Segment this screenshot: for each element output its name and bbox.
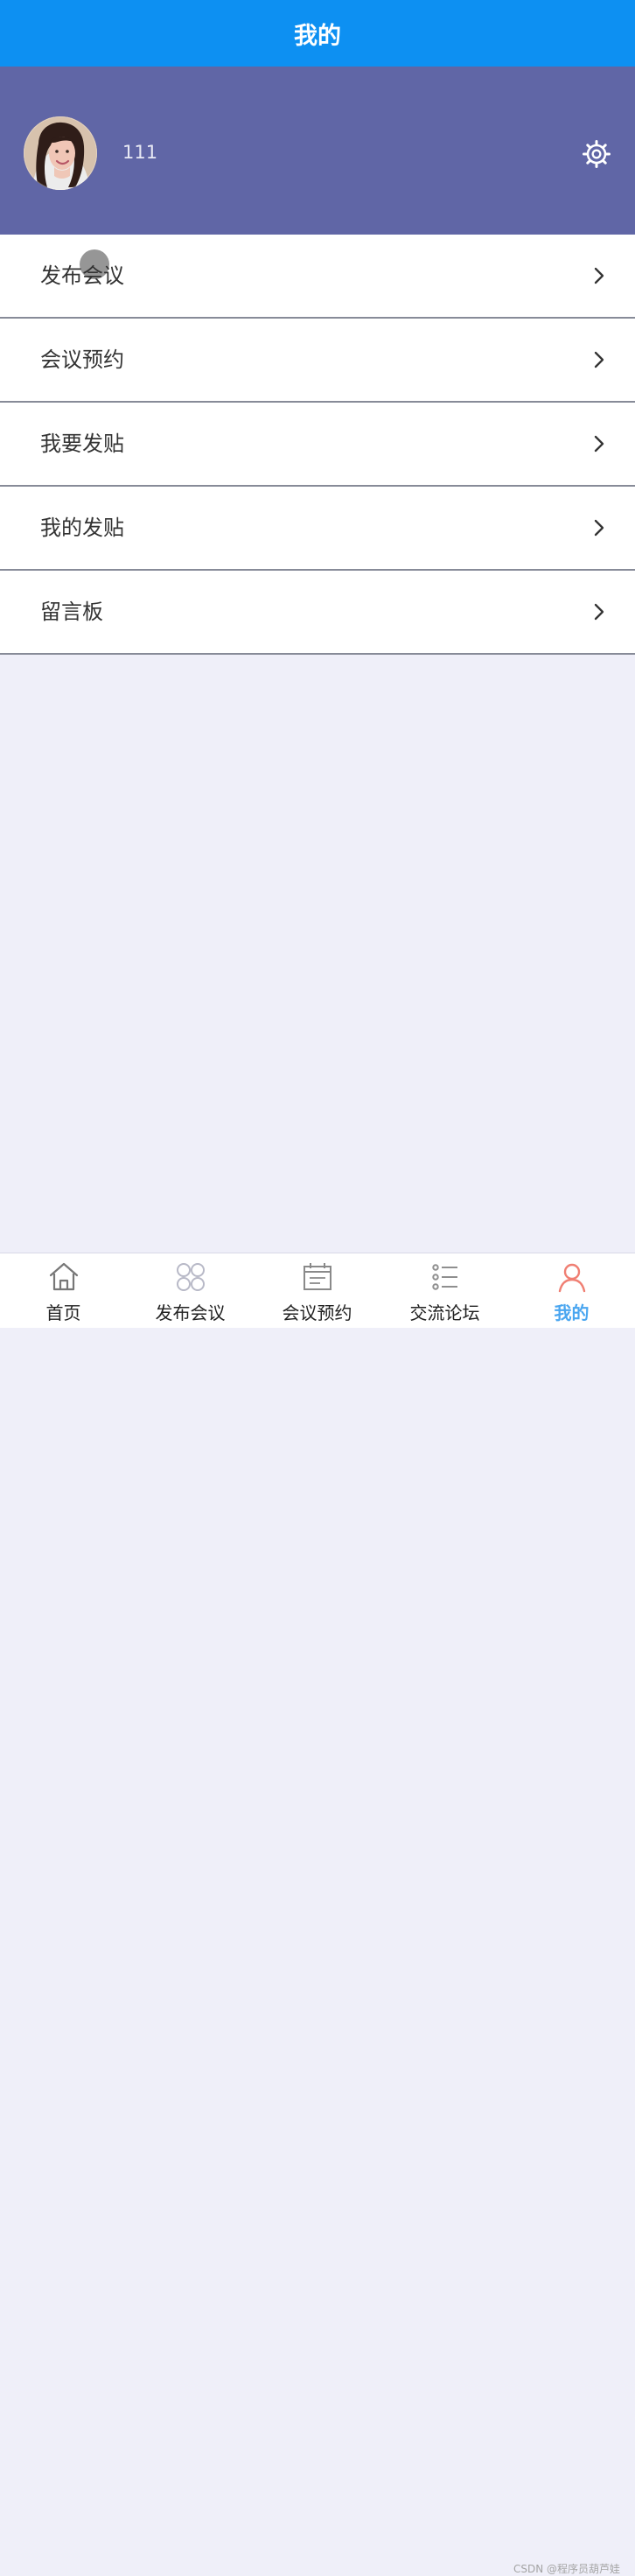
tab-publish-meeting[interactable]: 发布会议 xyxy=(127,1253,254,1328)
tab-label: 首页 xyxy=(45,1302,81,1323)
home-icon xyxy=(49,1262,78,1291)
list-icon xyxy=(431,1264,457,1290)
four-circles-icon xyxy=(176,1263,205,1291)
tab-meeting-booking[interactable]: 会议预约 xyxy=(254,1253,380,1328)
menu-item-label: 会议预约 xyxy=(40,347,124,372)
chevron-right-icon xyxy=(594,519,604,537)
gear-icon[interactable] xyxy=(580,137,613,171)
page-title: 我的 xyxy=(294,22,341,50)
menu-item-label: 我要发贴 xyxy=(40,432,124,456)
username: 111 xyxy=(122,142,158,163)
menu-item-create-post[interactable]: 我要发贴 xyxy=(0,403,635,487)
tab-label: 我的 xyxy=(554,1302,590,1323)
user-icon xyxy=(558,1263,585,1293)
menu-item-my-posts[interactable]: 我的发贴 xyxy=(0,487,635,571)
tab-label: 发布会议 xyxy=(155,1302,226,1323)
top-bar: 我的 xyxy=(0,0,635,67)
menu-item-meeting-booking[interactable]: 会议预约 xyxy=(0,319,635,403)
tab-label: 交流论坛 xyxy=(409,1302,480,1323)
tab-label: 会议预约 xyxy=(282,1302,352,1323)
menu-item-label: 留言板 xyxy=(40,600,103,624)
gear-icon xyxy=(583,140,611,168)
calendar-icon xyxy=(303,1263,331,1290)
watermark: CSDN @程序员葫芦娃 xyxy=(513,2563,621,2575)
avatar[interactable] xyxy=(24,116,97,190)
tab-forum[interactable]: 交流论坛 xyxy=(381,1253,508,1328)
tab-profile[interactable]: 我的 xyxy=(508,1253,635,1328)
tab-home[interactable]: 首页 xyxy=(0,1253,127,1328)
menu-item-message-board[interactable]: 留言板 xyxy=(0,571,635,655)
chevron-right-icon xyxy=(594,351,604,369)
menu-item-label: 我的发贴 xyxy=(40,516,124,540)
menu-item-label: 发布会议 xyxy=(40,263,124,288)
profile-header: 111 xyxy=(0,67,635,235)
bottom-tab-bar: 首页 发布会议 会议预约 交流论坛 我的 CSDN @程序员葫芦娃 xyxy=(0,1253,635,2575)
menu-item-publish-meeting[interactable]: 发布会议 xyxy=(0,235,635,319)
chevron-right-icon xyxy=(594,435,604,453)
chevron-right-icon xyxy=(594,267,604,284)
user-avatar-photo xyxy=(24,116,97,190)
chevron-right-icon xyxy=(594,603,604,621)
